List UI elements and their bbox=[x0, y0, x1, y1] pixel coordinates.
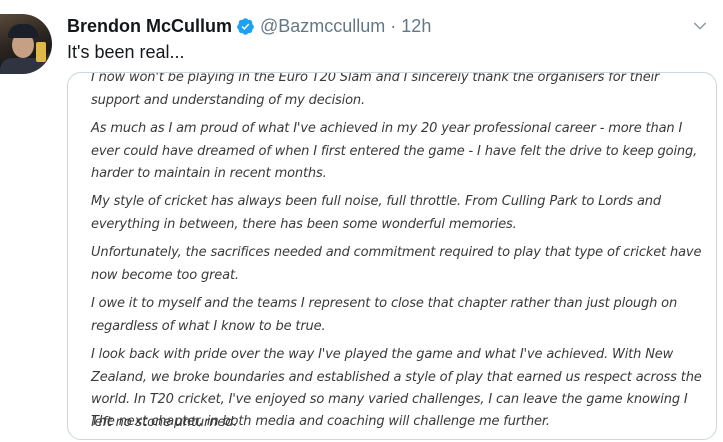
statement-paragraph: My style of cricket has always been full… bbox=[91, 194, 661, 232]
statement-paragraph: The next chapter, in both media and coac… bbox=[91, 414, 550, 429]
statement-paragraph: As much as I am proud of what I've achie… bbox=[91, 121, 698, 181]
verified-badge-icon bbox=[236, 17, 255, 36]
tweet-text: It's been real... bbox=[67, 42, 185, 62]
chevron-down-icon[interactable] bbox=[691, 17, 709, 35]
tweet-header: Brendon McCullum @Bazmccullum · 12h bbox=[67, 14, 431, 38]
separator-dot: · bbox=[390, 16, 397, 36]
statement-paragraph: Unfortunately, the sacrifices needed and… bbox=[91, 245, 702, 283]
statement-paragraph: I now won't be playing in the Euro T20 S… bbox=[91, 72, 660, 108]
statement-paragraph: I owe it to myself and the teams I repre… bbox=[91, 296, 678, 334]
author-name[interactable]: Brendon McCullum bbox=[67, 14, 232, 38]
tweet-timestamp[interactable]: 12h bbox=[401, 14, 431, 38]
author-handle[interactable]: @Bazmccullum bbox=[260, 14, 385, 38]
avatar[interactable] bbox=[0, 14, 52, 74]
attached-statement-image[interactable]: I now won't be playing in the Euro T20 S… bbox=[67, 72, 717, 440]
